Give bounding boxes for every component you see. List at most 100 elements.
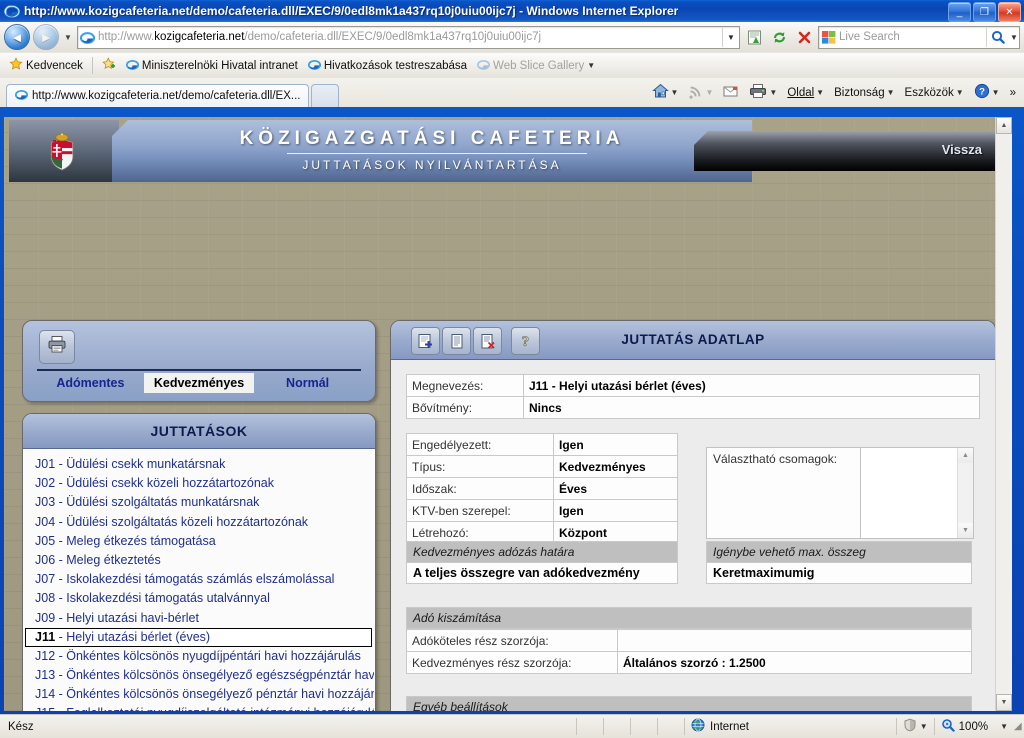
compatibility-view-button[interactable] xyxy=(743,27,765,48)
star-icon xyxy=(9,57,23,74)
page-menu-button[interactable]: Oldal ▼ xyxy=(783,85,828,101)
tab-normal[interactable]: Normál xyxy=(254,373,361,393)
list-item[interactable]: J07 - Iskolakezdési támogatás számlás el… xyxy=(24,570,374,589)
chevron-down-icon[interactable]: ▼ xyxy=(587,61,595,70)
search-provider-icon xyxy=(822,30,836,44)
minimize-button[interactable]: _ xyxy=(948,2,971,22)
scroll-up-icon[interactable]: ▲ xyxy=(958,448,973,463)
page-icon xyxy=(476,58,491,74)
back-link-bar[interactable]: Vissza xyxy=(694,131,996,171)
chevron-down-icon[interactable]: ▼ xyxy=(956,88,964,97)
browser-tab-active[interactable]: http://www.kozigcafeteria.net/demo/cafet… xyxy=(6,84,310,107)
field-label: KTV-ben szerepel: xyxy=(406,499,554,522)
page-icon xyxy=(125,58,139,74)
scroll-up-icon[interactable]: ▲ xyxy=(996,117,1012,134)
list-item-selected[interactable]: J11 - Helyi utazási bérlet (éves) xyxy=(25,627,372,647)
favorites-button[interactable]: Kedvencek xyxy=(4,55,88,76)
benefits-list-body[interactable]: J01 - Üdülési csekk munkatársnak J02 - Ü… xyxy=(24,449,374,711)
protected-mode-indicator[interactable]: ▼ xyxy=(895,718,934,735)
address-domain: kozigcafeteria.net xyxy=(154,31,245,43)
packages-scrollbar[interactable]: ▲ ▼ xyxy=(957,448,973,538)
list-item[interactable]: J04 - Üdülési szolgáltatás közeli hozzát… xyxy=(24,513,374,532)
list-item[interactable]: J02 - Üdülési csekk közeli hozzátartozón… xyxy=(24,474,374,493)
packages-listbox[interactable]: ▲ ▼ xyxy=(860,448,973,538)
list-item[interactable]: J06 - Meleg étkeztetés xyxy=(24,551,374,570)
command-bar: ▼ ▼ ▼ Oldal ▼ Biztonság ▼ Eszközök ▼ ? ▼… xyxy=(648,81,1020,104)
benefits-list-title: JUTTATÁSOK xyxy=(150,423,248,439)
benefit-detail-body: Megnevezés: J11 - Helyi utazási bérlet (… xyxy=(392,360,994,711)
tab-kedvezmenyes[interactable]: Kedvezményes xyxy=(143,373,255,393)
banner-rule xyxy=(287,153,587,154)
table-row: Megnevezés: J11 - Helyi utazási bérlet (… xyxy=(406,374,980,397)
status-bar: Kész Internet ▼ 100% ▼ ◢ xyxy=(0,714,1024,738)
refresh-button[interactable] xyxy=(768,27,790,48)
maximize-button[interactable]: ❐ xyxy=(973,2,996,22)
security-zone-label: Internet xyxy=(710,720,749,733)
stop-button[interactable] xyxy=(793,27,815,48)
search-options-dropdown-icon[interactable]: ▼ xyxy=(1009,33,1019,42)
field-label: Engedélyezett: xyxy=(406,433,554,456)
list-item[interactable]: J14 - Önkéntes kölcsönös önsegélyező pén… xyxy=(24,685,374,704)
tab-adomentes[interactable]: Adómentes xyxy=(37,373,144,393)
other-settings-header: Egyéb beállítások xyxy=(406,696,972,711)
favorites-label: Kedvencek xyxy=(26,59,83,72)
back-button[interactable]: ◄ xyxy=(4,24,30,50)
read-mail-button[interactable] xyxy=(719,83,743,103)
resize-grip-icon[interactable]: ◢ xyxy=(1014,721,1024,732)
recent-pages-dropdown-icon[interactable]: ▼ xyxy=(62,33,74,42)
favorite-item-2[interactable]: Hivatkozások testreszabása xyxy=(303,56,472,76)
address-dropdown-icon[interactable]: ▼ xyxy=(722,27,739,47)
main-fields-table: Engedélyezett: Igen Típus: Kedvezményes … xyxy=(406,433,678,544)
forward-button[interactable]: ► xyxy=(33,24,59,50)
chevron-down-icon[interactable]: ▼ xyxy=(671,88,679,97)
scroll-down-icon[interactable]: ▼ xyxy=(958,523,973,538)
security-zone[interactable]: Internet xyxy=(685,718,755,735)
help-button[interactable]: ? ▼ xyxy=(970,81,1004,104)
home-button[interactable]: ▼ xyxy=(648,81,683,104)
toolbar-overflow-button[interactable]: » xyxy=(1006,85,1020,101)
list-item[interactable]: J09 - Helyi utazási havi-bérlet xyxy=(24,609,374,628)
tools-menu-button[interactable]: Eszközök ▼ xyxy=(901,85,968,101)
zoom-control[interactable]: 100% ▼ xyxy=(933,718,1014,735)
banner-title-block: KÖZIGAZGATÁSI CAFETERIA JUTTATÁSOK NYILV… xyxy=(112,120,752,182)
list-item[interactable]: J13 - Önkéntes kölcsönös önsegélyező egé… xyxy=(24,666,374,685)
list-item[interactable]: J05 - Meleg étkezés támogatása xyxy=(24,532,374,551)
rss-feed-icon xyxy=(688,84,703,102)
svg-text:?: ? xyxy=(979,87,985,98)
tax-calc-header: Adó kiszámítása xyxy=(406,607,972,629)
close-button[interactable]: ✕ xyxy=(998,2,1021,22)
favorite-item-1[interactable]: Miniszterelnöki Hivatal intranet xyxy=(121,56,303,76)
new-tab-button[interactable] xyxy=(311,84,340,107)
list-item[interactable]: J01 - Üdülési csekk munkatársnak xyxy=(24,455,374,474)
chevron-down-icon[interactable]: ▼ xyxy=(1000,722,1008,731)
print-button[interactable]: ▼ xyxy=(745,81,781,104)
list-item[interactable]: J08 - Iskolakezdési támogatás utalvánnya… xyxy=(24,589,374,608)
list-item[interactable]: J15 - Foglalkoztatói nyugdíjszolgáltató … xyxy=(24,704,374,711)
scroll-down-icon[interactable]: ▼ xyxy=(996,694,1012,711)
benefit-detail-panel: ? JUTTATÁS ADATLAP Megnevezés: J11 - Hel… xyxy=(390,320,996,711)
page-scrollbar[interactable]: ▲ ▼ xyxy=(995,117,1012,711)
security-menu-button[interactable]: Biztonság ▼ xyxy=(830,85,898,101)
print-list-button[interactable] xyxy=(39,330,75,364)
chevron-down-icon[interactable]: ▼ xyxy=(920,722,928,731)
back-link-label[interactable]: Vissza xyxy=(942,142,982,157)
search-input[interactable]: Live Search xyxy=(839,31,986,43)
table-row: Típus: Kedvezményes xyxy=(406,455,678,478)
favorite-item-3[interactable]: Web Slice Gallery ▼ xyxy=(472,56,600,76)
address-bar-text[interactable]: http://www.kozigcafeteria.net/demo/cafet… xyxy=(98,31,722,43)
chevron-down-icon[interactable]: ▼ xyxy=(816,88,824,97)
feeds-button[interactable]: ▼ xyxy=(684,82,717,104)
address-bar[interactable]: http://www.kozigcafeteria.net/demo/cafet… xyxy=(77,25,740,49)
search-box[interactable]: Live Search ▼ xyxy=(818,25,1020,49)
field-label: Adóköteles rész szorzója: xyxy=(406,629,618,652)
search-go-icon[interactable] xyxy=(986,27,1009,47)
packages-selector[interactable]: Választható csomagok: ▲ ▼ xyxy=(706,447,974,539)
security-menu-label: Biztonság xyxy=(834,86,885,99)
add-to-favorites-bar-button[interactable] xyxy=(97,55,121,76)
chevron-down-icon[interactable]: ▼ xyxy=(887,88,895,97)
field-label: Megnevezés: xyxy=(406,374,524,397)
chevron-down-icon[interactable]: ▼ xyxy=(992,88,1000,97)
list-item[interactable]: J03 - Üdülési szolgáltatás munkatársnak xyxy=(24,493,374,512)
list-item[interactable]: J12 - Önkéntes kölcsönös nyugdíjpéntári … xyxy=(24,647,374,666)
chevron-down-icon[interactable]: ▼ xyxy=(769,88,777,97)
